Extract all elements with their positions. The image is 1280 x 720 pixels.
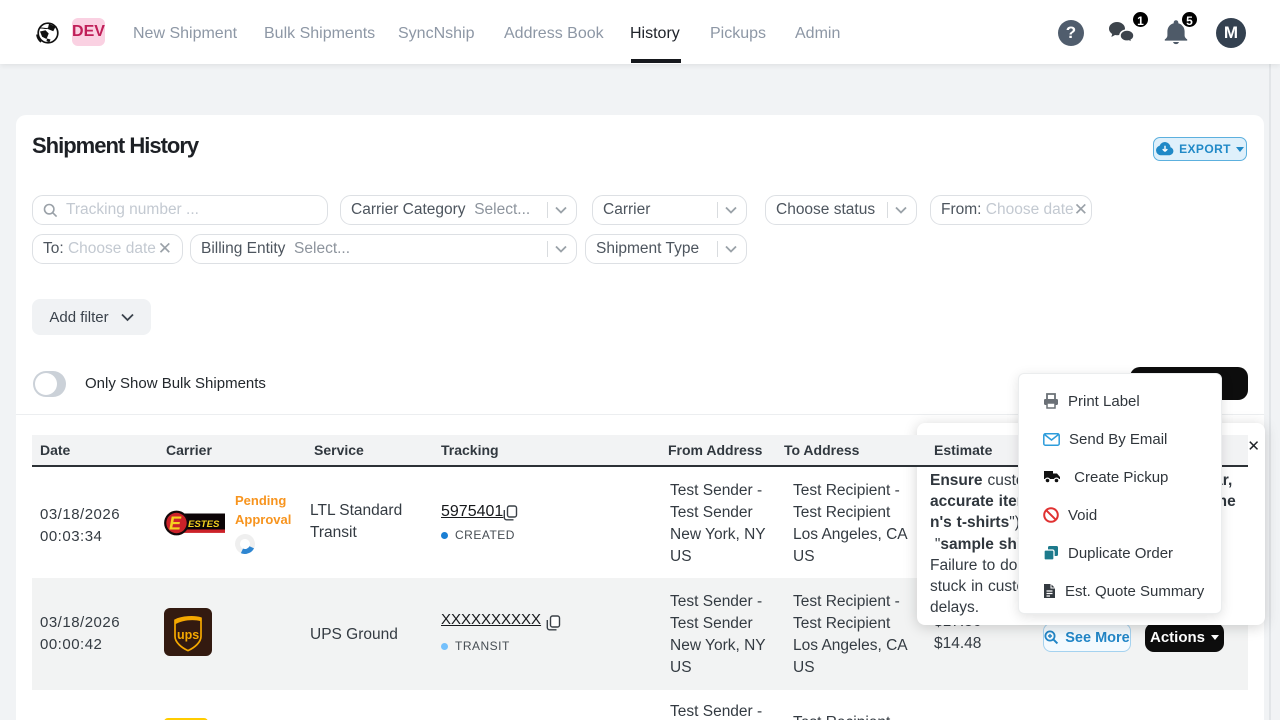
- svg-text:ups: ups: [177, 628, 199, 642]
- svg-text:E: E: [169, 514, 182, 534]
- svg-text:ESTES: ESTES: [188, 519, 220, 530]
